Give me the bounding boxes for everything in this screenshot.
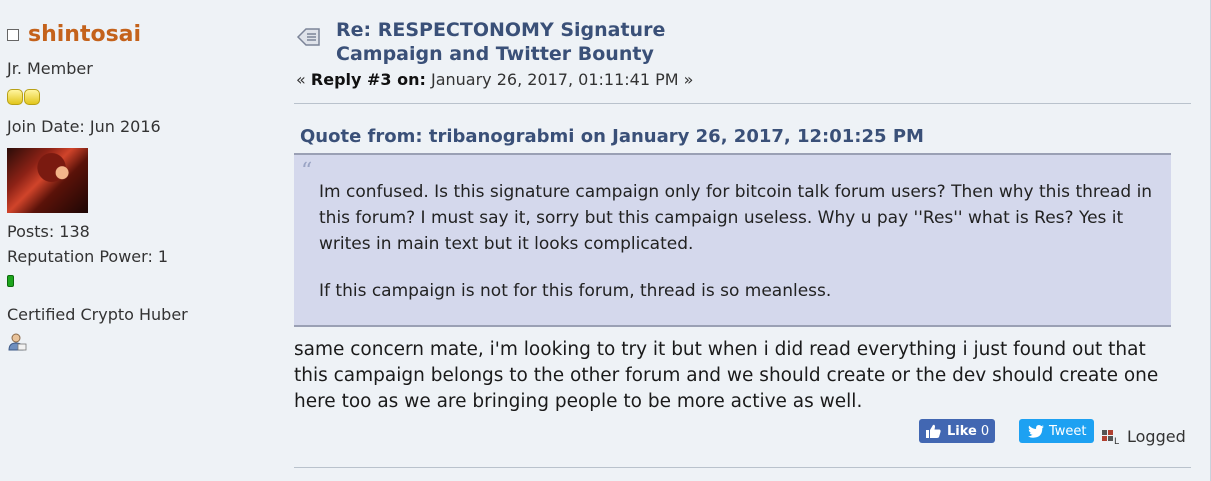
quote-paragraph: If this campaign is not for this forum, … [319,281,832,301]
reply-date: January 26, 2017, 01:11:41 PM [430,70,679,89]
poster-rank: Jr. Member [7,59,93,78]
offline-status-icon [7,29,19,41]
star-icon [7,89,23,105]
facebook-like-button[interactable]: Like 0 [919,419,995,443]
poster-join-date: Join Date: Jun 2016 [7,117,161,136]
poster-custom-title: Certified Crypto Huber [7,305,188,324]
reputation-bar-icon [7,275,14,287]
rank-stars [7,89,40,105]
footer-divider [294,467,1191,468]
thumbs-up-icon [926,424,941,438]
quote-mark-icon: “ [301,159,313,184]
reply-number[interactable]: Reply #3 on: [311,70,426,89]
quote-paragraph: Im confused. Is this signature campaign … [319,182,1153,254]
reply-prefix: « [296,70,306,89]
header-divider [294,103,1191,104]
quote-header[interactable]: Quote from: tribanograbmi on January 26,… [300,126,924,147]
ip-logged-icon: L [1102,429,1119,446]
poster-name-row: shintosai [7,22,141,48]
quote-body: Im confused. Is this signature campaign … [319,179,1159,304]
tweet-button[interactable]: Tweet [1019,419,1094,443]
post-subject[interactable]: Re: RESPECTONOMY Signature Campaign and … [336,18,756,66]
logged-ip: L Logged [1101,427,1186,446]
like-label: Like [947,423,977,439]
quote-block: “ Im confused. Is this signature campaig… [294,153,1171,327]
view-profile-icon[interactable] [7,332,27,352]
reply-info: « Reply #3 on: January 26, 2017, 01:11:4… [296,70,693,89]
like-count: 0 [980,423,990,439]
star-icon [24,89,40,105]
tweet-label: Tweet [1049,423,1087,439]
poster-post-count: Posts: 138 [7,222,90,241]
twitter-bird-icon [1028,424,1044,438]
poster-reputation: Reputation Power: 1 [7,247,169,266]
poster-username[interactable]: shintosai [28,22,141,48]
svg-text:L: L [1114,437,1119,446]
poster-avatar[interactable] [7,148,88,213]
post-topic-icon [296,28,320,46]
post-body: same concern mate, i'm looking to try it… [294,339,1159,412]
logged-label: Logged [1127,427,1186,446]
reply-suffix: » [683,70,694,89]
forum-post: shintosai Jr. Member Join Date: Jun 2016… [0,0,1211,481]
